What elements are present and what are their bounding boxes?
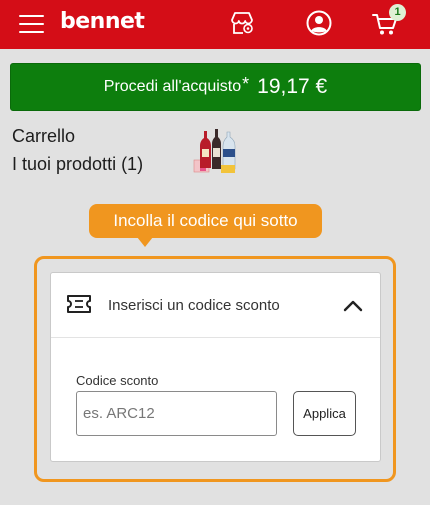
chevron-up-icon[interactable]	[343, 298, 363, 312]
discount-panel-toggle[interactable]: Inserisci un codice sconto	[51, 273, 380, 338]
user-icon[interactable]	[306, 10, 332, 36]
menu-icon[interactable]	[19, 13, 44, 35]
discount-panel-title: Inserisci un codice sconto	[108, 297, 280, 314]
cart-title: Carrello	[12, 126, 76, 146]
discount-code-label: Codice sconto	[76, 373, 159, 388]
tooltip-arrow	[137, 237, 153, 247]
bennet-logo[interactable]: bennet	[60, 9, 145, 34]
discount-code-input[interactable]	[76, 391, 277, 436]
products-thumbnail[interactable]	[192, 127, 240, 177]
checkout-price: 19,17 €	[257, 75, 328, 98]
checkout-asterisk: *	[242, 73, 250, 94]
cart-products-count: I tuoi prodotti (1)	[12, 154, 144, 174]
checkout-label: Procedi all'acquisto	[103, 78, 242, 95]
discount-code-panel: Inserisci un codice sconto Codice sconto…	[50, 272, 381, 462]
checkout-button[interactable]: Procedi all'acquisto * 19,17 €	[10, 63, 421, 111]
ticket-icon	[67, 295, 91, 313]
store-icon[interactable]	[229, 10, 255, 36]
hint-tooltip: Incolla il codice qui sotto	[89, 204, 322, 238]
cart-count-badge: 1	[389, 4, 406, 21]
apply-button[interactable]: Applica	[293, 391, 356, 436]
top-nav-bar: bennet 1	[0, 0, 430, 49]
